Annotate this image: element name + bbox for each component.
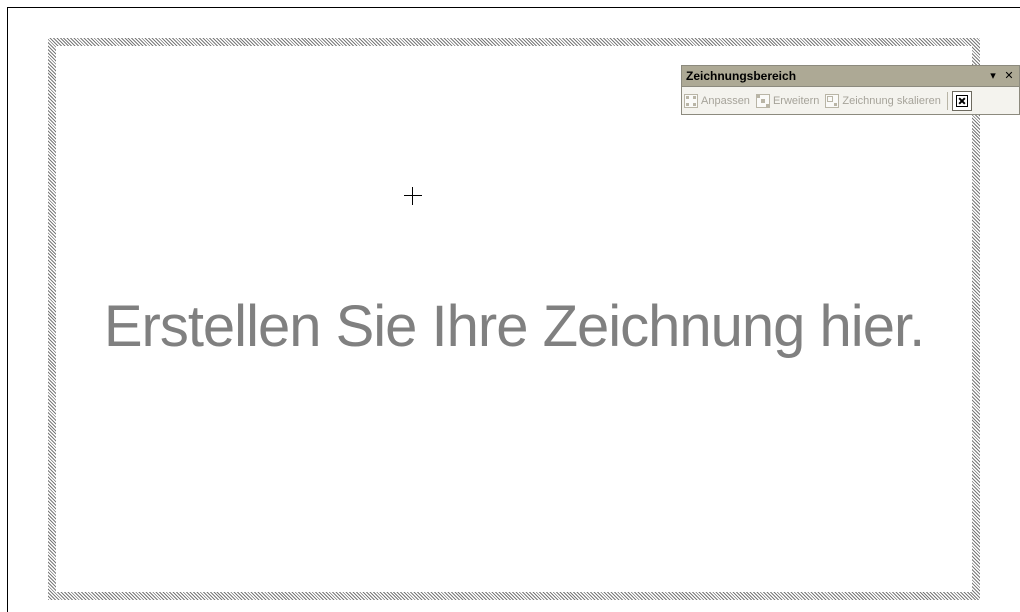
fit-button[interactable]: Anpassen (684, 93, 750, 108)
toolbar-close-icon[interactable]: ✕ (1003, 70, 1015, 82)
toolbar-button-row: Anpassen Erweitern Zeichnung skalieren (682, 87, 1019, 114)
toolbar-title: Zeichnungsbereich (686, 69, 797, 83)
scale-drawing-icon (825, 93, 840, 108)
toolbar-title-bar[interactable]: Zeichnungsbereich ▾ ✕ (682, 66, 1019, 87)
drawing-canvas-frame[interactable]: Erstellen Sie Ihre Zeichnung hier. (48, 38, 980, 600)
text-wrapping-button[interactable] (951, 90, 972, 111)
text-wrapping-icon (955, 94, 968, 107)
scale-drawing-button[interactable]: Zeichnung skalieren (825, 93, 941, 108)
toolbar-separator (946, 91, 948, 110)
fit-button-label: Anpassen (701, 94, 750, 107)
scale-drawing-button-label: Zeichnung skalieren (842, 94, 941, 107)
expand-button-label: Erweitern (772, 94, 820, 107)
toolbar-options-dropdown-icon[interactable]: ▾ (987, 70, 999, 82)
drawing-canvas-toolbar: Zeichnungsbereich ▾ ✕ Anpassen Erweitern… (681, 65, 1020, 115)
expand-drawing-icon (755, 93, 770, 108)
crosshair-cursor-icon (404, 187, 422, 205)
fit-drawing-icon (684, 93, 698, 108)
drawing-canvas[interactable]: Erstellen Sie Ihre Zeichnung hier. (56, 46, 972, 592)
canvas-placeholder-text: Erstellen Sie Ihre Zeichnung hier. (103, 294, 925, 359)
expand-button[interactable]: Erweitern (755, 93, 820, 108)
